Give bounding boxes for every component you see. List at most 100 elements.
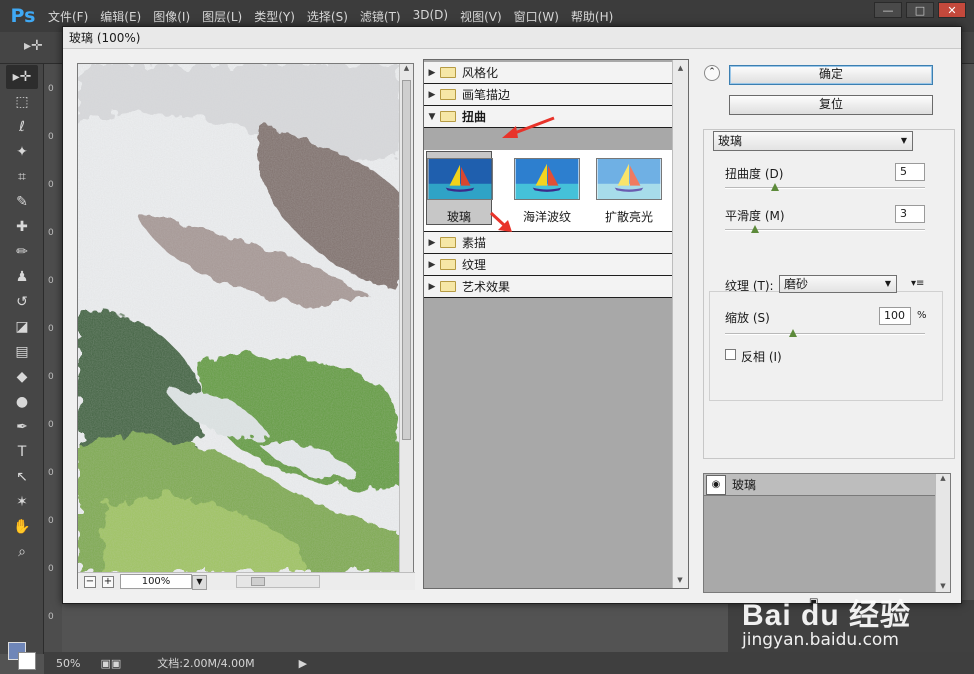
menu-item[interactable]: 图像(I) (147, 8, 196, 25)
pen-icon[interactable]: ✒ (6, 415, 38, 439)
vertical-ruler: 0 0 0 0 0 0 0 0 0 0 0 0 (44, 64, 62, 654)
healing-icon[interactable]: ✚ (6, 215, 38, 239)
folder-label: 扭曲 (462, 110, 487, 124)
scroll-up-arrow-icon[interactable]: ▲ (400, 64, 413, 72)
menu-item[interactable]: 滤镜(T) (354, 8, 407, 25)
folder-icon (440, 67, 456, 78)
dialog-titlebar[interactable]: 玻璃 (100%) (63, 27, 961, 49)
type-icon[interactable]: T (6, 440, 38, 464)
status-menu-arrow-icon[interactable]: ▶ (299, 657, 307, 670)
scroll-up-arrow-icon[interactable]: ▲ (673, 64, 688, 72)
slider-thumb[interactable] (789, 329, 797, 337)
gallery-scrollbar[interactable]: ▲ ▼ (672, 60, 688, 588)
expand-triangle-icon[interactable]: ▶ (424, 282, 440, 292)
slider-thumb[interactable] (751, 225, 759, 233)
menu-item[interactable]: 编辑(E) (94, 8, 147, 25)
menu-item[interactable]: 帮助(H) (565, 8, 619, 25)
menu-item[interactable]: 选择(S) (301, 8, 354, 25)
maximize-button[interactable]: □ (906, 2, 934, 18)
chevron-down-icon[interactable]: ▼ (192, 575, 207, 590)
stamp-icon[interactable]: ♟ (6, 265, 38, 289)
eyedropper-icon[interactable]: ✎ (6, 190, 38, 214)
zoom-out-button[interactable]: − (84, 575, 96, 588)
move-tool-icon[interactable]: ▸✛ (24, 38, 43, 54)
folder-row[interactable]: ▶ 艺术效果 (424, 276, 672, 298)
eraser-icon[interactable]: ◪ (6, 315, 38, 339)
texture-menu-icon[interactable]: ▾≡ (911, 278, 924, 289)
scale-input[interactable]: 100 (879, 307, 911, 325)
move-icon[interactable]: ▸✛ (6, 65, 38, 89)
expand-triangle-icon[interactable]: ▶ (424, 238, 440, 248)
menu-item[interactable]: 文件(F) (42, 8, 94, 25)
menu-item[interactable]: 视图(V) (454, 8, 508, 25)
slider-thumb[interactable] (771, 183, 779, 191)
scroll-down-arrow-icon[interactable]: ▼ (673, 576, 687, 584)
filter-select[interactable]: 玻璃 ▼ (713, 131, 913, 151)
expand-triangle-icon[interactable]: ▶ (424, 90, 440, 100)
brush-icon[interactable]: ✏ (6, 240, 38, 264)
ruler-tick-label: 0 (48, 516, 54, 526)
shape-icon[interactable]: ✶ (6, 490, 38, 514)
gradient-icon[interactable]: ▤ (6, 340, 38, 364)
zoom-select[interactable]: 100% ▼ (120, 574, 207, 590)
scroll-thumb[interactable] (251, 577, 265, 586)
zoom-value: 100% (141, 576, 171, 587)
scroll-down-arrow-icon[interactable]: ▼ (936, 582, 950, 590)
gamepad-icon: ▣▣ (100, 656, 122, 670)
sailboat-thumbnail (427, 158, 493, 200)
smoothness-input[interactable]: 3 (895, 205, 925, 223)
invert-checkbox[interactable] (725, 349, 736, 360)
dodge-icon[interactable]: ● (6, 390, 38, 414)
eye-icon[interactable]: ◉ (706, 474, 726, 495)
menu-item[interactable]: 窗口(W) (508, 8, 565, 25)
preview-image[interactable] (78, 64, 400, 572)
path-select-icon[interactable]: ↖ (6, 465, 38, 489)
scroll-thumb[interactable] (402, 80, 411, 440)
filter-thumb-ocean-ripple[interactable]: 海洋波纹 (514, 158, 580, 225)
scale-unit: % (917, 310, 927, 321)
preview-horizontal-scrollbar[interactable] (236, 575, 320, 588)
sailboat-thumbnail (514, 158, 580, 200)
distortion-slider[interactable] (725, 183, 925, 191)
collapse-gallery-icon[interactable]: ⌃ (704, 65, 720, 81)
layers-scrollbar[interactable]: ▲ ▼ (935, 474, 950, 592)
expand-triangle-icon[interactable]: ▶ (424, 260, 440, 270)
history-brush-icon[interactable]: ↺ (6, 290, 38, 314)
preview-vertical-scrollbar[interactable]: ▲ (399, 64, 413, 572)
blur-icon[interactable]: ◆ (6, 365, 38, 389)
folder-row[interactable]: ▶ 画笔描边 (424, 84, 672, 106)
close-window-button[interactable]: ✕ (938, 2, 966, 18)
filter-thumb-diffuse-glow[interactable]: 扩散亮光 (596, 158, 662, 225)
crop-icon[interactable]: ⌗ (6, 165, 38, 189)
lasso-icon[interactable]: ℓ (6, 115, 38, 139)
window-controls: — □ ✕ (874, 2, 966, 18)
folder-row[interactable]: ▶ 素描 (424, 232, 672, 254)
effect-layer-row[interactable]: ◉ 玻璃 (704, 474, 936, 496)
distortion-input[interactable]: 5 (895, 163, 925, 181)
zoom-in-button[interactable]: + (102, 575, 114, 588)
reset-button[interactable]: 复位 (729, 95, 933, 115)
filter-thumb-glass[interactable]: 玻璃 (426, 151, 493, 225)
minimize-button[interactable]: — (874, 2, 902, 18)
background-color-swatch[interactable] (18, 652, 36, 670)
texture-select[interactable]: 磨砂 ▼ (779, 275, 897, 293)
ok-button[interactable]: 确定 (729, 65, 933, 85)
hand-icon[interactable]: ✋ (6, 515, 38, 539)
folder-row[interactable]: ▶ 纹理 (424, 254, 672, 276)
menu-item[interactable]: 3D(D) (407, 8, 454, 25)
magic-wand-icon[interactable]: ✦ (6, 140, 38, 164)
menu-item[interactable]: 类型(Y) (248, 8, 301, 25)
new-effect-layer-icon[interactable]: ▣ (809, 597, 818, 608)
expand-triangle-icon[interactable]: ▶ (424, 68, 440, 78)
zoom-level[interactable]: 50% (56, 657, 80, 670)
smoothness-slider[interactable] (725, 225, 925, 233)
collapse-triangle-icon[interactable]: ▼ (424, 112, 440, 122)
folder-label: 画笔描边 (462, 88, 511, 102)
scale-slider[interactable] (725, 329, 925, 337)
folder-label: 纹理 (462, 258, 487, 272)
zoom-icon[interactable]: ⌕ (6, 540, 38, 564)
folder-row[interactable]: ▶ 风格化 (424, 62, 672, 84)
marquee-icon[interactable]: ⬚ (6, 90, 38, 114)
scroll-up-arrow-icon[interactable]: ▲ (936, 474, 950, 482)
menu-item[interactable]: 图层(L) (196, 8, 248, 25)
